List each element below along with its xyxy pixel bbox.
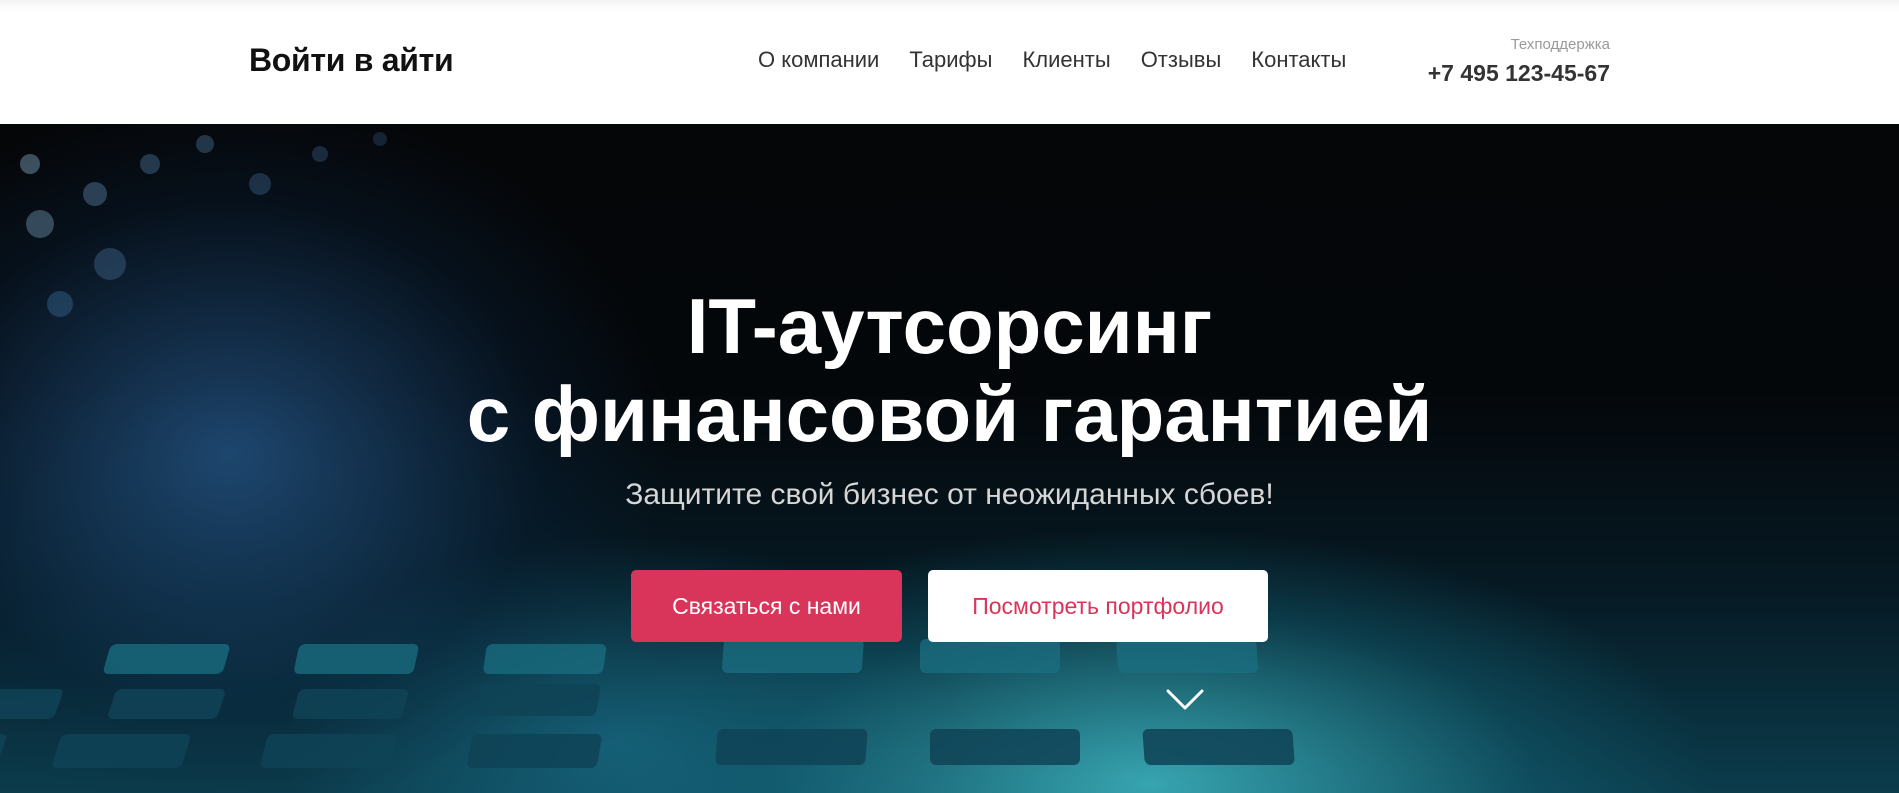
hero-title-line2: с финансовой гарантией — [466, 370, 1433, 458]
chevron-down-icon[interactable] — [1165, 686, 1205, 716]
support-phone-link[interactable]: +7 495 123-45-67 — [1428, 60, 1610, 87]
hero-title: IT-аутсорсинг с финансовой гарантией — [0, 282, 1899, 458]
hero-background-image — [0, 132, 1295, 768]
nav-item-contacts[interactable]: Контакты — [1251, 47, 1346, 73]
nav-item-reviews[interactable]: Отзывы — [1141, 47, 1222, 73]
support-block: Техподдержка +7 495 123-45-67 — [1428, 36, 1610, 87]
site-header: Войти в айти О компании Тарифы Клиенты О… — [0, 0, 1899, 124]
site-logo[interactable]: Войти в айти — [249, 42, 454, 79]
contact-us-button[interactable]: Связаться с нами — [631, 570, 902, 642]
nav-item-pricing[interactable]: Тарифы — [909, 47, 992, 73]
main-nav: О компании Тарифы Клиенты Отзывы Контакт… — [758, 47, 1346, 73]
hero-subtitle: Защитите свой бизнес от неожиданных сбое… — [625, 478, 1274, 511]
hero-title-line1: IT-аутсорсинг — [686, 282, 1213, 370]
nav-item-about[interactable]: О компании — [758, 47, 879, 73]
support-label: Техподдержка — [1510, 36, 1610, 53]
view-portfolio-button[interactable]: Посмотреть портфолио — [928, 570, 1268, 642]
nav-item-clients[interactable]: Клиенты — [1022, 47, 1110, 73]
hero-section: IT-аутсорсинг с финансовой гарантией Защ… — [0, 124, 1899, 793]
